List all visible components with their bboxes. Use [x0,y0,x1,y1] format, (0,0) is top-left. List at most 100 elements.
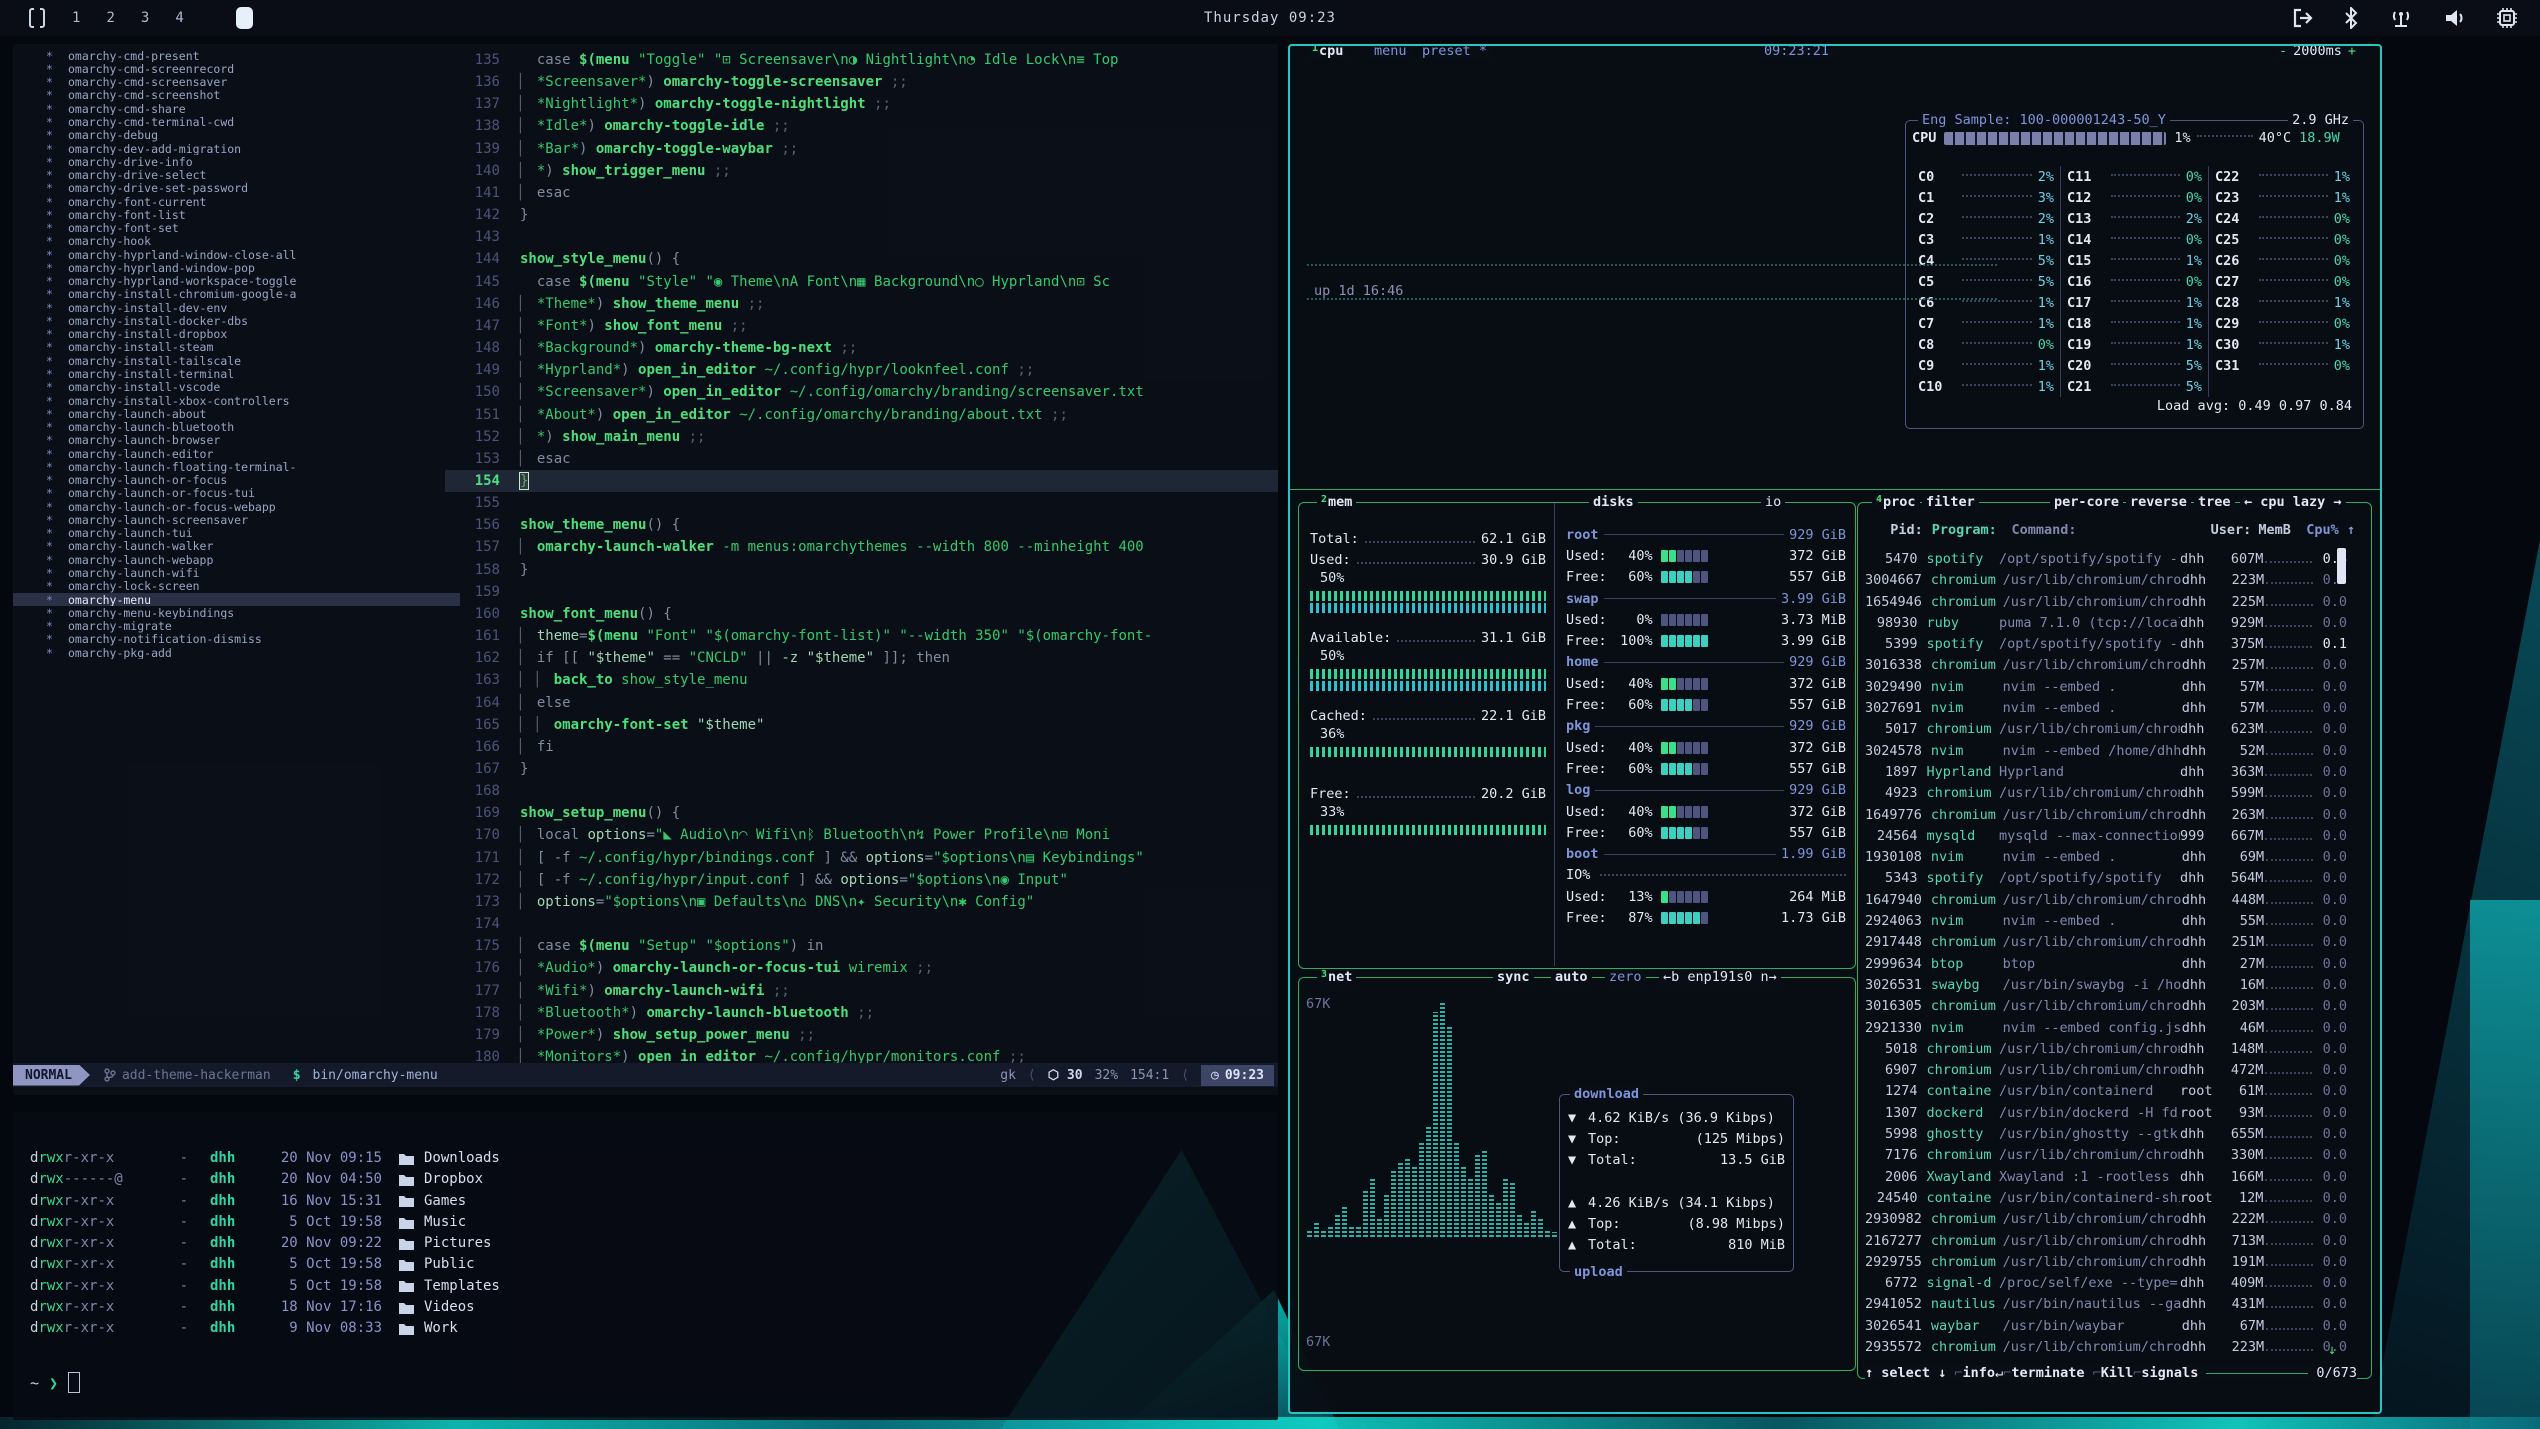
file-list-item[interactable]: *omarchy-cmd-screenshot [13,89,460,102]
terminal-window[interactable]: drwxr-xr-x-dhh20 Nov 09:15Downloadsdrwx-… [13,1112,1278,1420]
process-row[interactable]: 2167277chromium/usr/lib/chromium/chromdh… [1865,1231,2347,1252]
io-tab[interactable]: io [1761,494,1785,510]
proc-tab-tree[interactable]: tree [2194,494,2235,510]
code-pane[interactable]: case $(menu "Toggle" "⊡ Screensaver\n◑ N… [507,49,1278,1068]
process-row[interactable]: 7176chromium/usr/lib/chromium/chromdhh33… [1865,1145,2347,1166]
kill-hint[interactable]: Kill [2101,1365,2134,1381]
process-row[interactable]: 1274containe/usr/bin/containerdroot61M0.… [1865,1081,2347,1102]
git-branch[interactable]: add-theme-hackerman [104,1068,271,1083]
process-row[interactable]: 2999634btopbtopdhh27M0.0 [1865,954,2347,975]
proc-sort-selector[interactable]: ← cpu lazy → [2240,494,2346,510]
info-hint[interactable]: info [1963,1365,1996,1381]
preset-button[interactable]: preset * [1418,44,1491,59]
file-list-item[interactable]: *omarchy-drive-set-password [13,182,460,195]
file-list-item[interactable]: *omarchy-hyprland-workspace-toggle [13,275,460,288]
net-tab-auto[interactable]: auto [1551,969,1592,985]
file-list-item[interactable]: *omarchy-migrate [13,619,460,632]
process-row[interactable]: 1897HyprlandHyprlanddhh363M0.0 [1865,762,2347,783]
update-interval[interactable]: -2000ms+ [2275,44,2360,59]
file-list-item[interactable]: *omarchy-launch-about [13,407,460,420]
process-row[interactable]: 5399spotify/opt/spotify/spotify --dhh375… [1865,634,2347,655]
file-list-item[interactable]: *omarchy-debug [13,129,460,142]
file-list-item[interactable]: *omarchy-launch-or-focus-webapp [13,500,460,513]
file-list-item[interactable]: *omarchy-font-list [13,208,460,221]
file-list-item[interactable]: *omarchy-drive-info [13,155,460,168]
file-list-item[interactable]: *omarchy-install-steam [13,341,460,354]
process-row[interactable]: 1647940chromium/usr/lib/chromium/chromdh… [1865,890,2347,911]
file-list-item[interactable]: *omarchy-launch-screensaver [13,513,460,526]
process-row[interactable]: 1307dockerd/usr/bin/dockerd -H fd:root93… [1865,1103,2347,1124]
file-list-item[interactable]: *omarchy-notification-dismiss [13,633,460,646]
process-row[interactable]: 3029490nvimnvim --embed .dhh57M0.0 [1865,677,2347,698]
file-list-item[interactable]: *omarchy-install-tailscale [13,354,460,367]
file-list-item[interactable]: *omarchy-install-dev-env [13,301,460,314]
file-list-item[interactable]: *omarchy-launch-walker [13,540,460,553]
file-list-item[interactable]: *omarchy-launch-or-focus [13,474,460,487]
process-row[interactable]: 2929755chromium/usr/lib/chromium/chromdh… [1865,1252,2347,1273]
process-row[interactable]: 5998ghostty/usr/bin/ghostty --gtk-dhh655… [1865,1124,2347,1145]
proc-tab-filter[interactable]: filter [1922,494,1979,510]
net-tab-sync[interactable]: sync [1493,969,1534,985]
file-list-item[interactable]: *omarchy-launch-wifi [13,566,460,579]
file-list-item[interactable]: *omarchy-launch-bluetooth [13,420,460,433]
file-list-item[interactable]: *omarchy-launch-browser [13,434,460,447]
process-row[interactable]: 24540containe/usr/bin/containerd-shiroot… [1865,1188,2347,1209]
process-row[interactable]: 3016338chromium/usr/lib/chromium/chromdh… [1865,655,2347,676]
process-row[interactable]: 1930108nvimnvim --embed .dhh69M0.0 [1865,847,2347,868]
process-row[interactable]: 5017chromium/usr/lib/chromium/chromdhh62… [1865,719,2347,740]
process-row[interactable]: 2930982chromium/usr/lib/chromium/chromdh… [1865,1209,2347,1230]
process-row[interactable]: 2921330nvimnvim --embed config.jsodhh46M… [1865,1018,2347,1039]
shell-prompt[interactable]: ~ ❯ [30,1372,80,1393]
process-row[interactable]: 2917448chromium/usr/lib/chromium/chromdh… [1865,932,2347,953]
file-list-item[interactable]: *omarchy-hyprland-window-close-all [13,248,460,261]
process-row[interactable]: 3004667chromium/usr/lib/chromium/chromdh… [1865,570,2347,591]
file-list-item[interactable]: *omarchy-cmd-screenrecord [13,62,460,75]
file-list-item[interactable]: *omarchy-launch-or-focus-tui [13,487,460,500]
file-list-item[interactable]: *omarchy-menu-keybindings [13,606,460,619]
disks-box-title[interactable]: disks [1589,494,1638,510]
file-list-item[interactable]: *omarchy-lock-screen [13,580,460,593]
select-hint[interactable]: ↑ select ↓ [1865,1365,1946,1381]
process-row[interactable]: 5343spotify/opt/spotify/spotifydhh564M0.… [1865,868,2347,889]
terminate-hint[interactable]: terminate [2011,1365,2084,1381]
process-row[interactable]: 4923chromium/usr/lib/chromium/chromdhh59… [1865,783,2347,804]
file-list-item[interactable]: *omarchy-cmd-screensaver [13,76,460,89]
process-row[interactable]: 1649776chromium/usr/lib/chromium/chromdh… [1865,805,2347,826]
proc-tab-per-core[interactable]: per-core [2050,494,2123,510]
proc-tab-reverse[interactable]: reverse [2126,494,2191,510]
process-row[interactable]: 3026531swaybg/usr/bin/swaybg -i /homdhh1… [1865,975,2347,996]
file-list-item[interactable]: *omarchy-drive-select [13,168,460,181]
scroll-down-icon[interactable]: ↓ [2328,1342,2336,1358]
process-row[interactable]: 3024578nvimnvim --embed /home/dhh/dhh52M… [1865,741,2347,762]
process-row[interactable]: 6772signal-d/proc/self/exe --type=rdhh40… [1865,1273,2347,1294]
process-row[interactable]: 2924063nvimnvim --embed .dhh55M0.0 [1865,911,2347,932]
file-list-item[interactable]: *omarchy-install-xbox-controllers [13,394,460,407]
process-row[interactable]: 3016305chromium/usr/lib/chromium/chromdh… [1865,996,2347,1017]
process-row[interactable]: 2935572chromium/usr/lib/chromium/chromdh… [1865,1337,2347,1358]
process-row[interactable]: 2941052nautilus/usr/bin/nautilus --gapdh… [1865,1294,2347,1315]
signals-hint[interactable]: signals [2141,1365,2198,1381]
process-row[interactable]: 98930rubypuma 7.1.0 (tcp://localdhh929M0… [1865,613,2347,634]
process-row[interactable]: 24564mysqldmysqld --max-connection999667… [1865,826,2347,847]
file-list-item[interactable]: *omarchy-hyprland-window-pop [13,261,460,274]
file-list-item[interactable]: *omarchy-font-set [13,221,460,234]
process-table-header[interactable]: Pid: Program: Command: User: MemB Cpu% ↑ [1865,522,2355,538]
file-list-item[interactable]: *omarchy-install-dropbox [13,328,460,341]
file-list-item[interactable]: *omarchy-launch-floating-terminal- [13,460,460,473]
process-row[interactable]: 3027691nvimnvim --embed .dhh57M0.0 [1865,698,2347,719]
process-row[interactable]: 3026541waybar/usr/bin/waybardhh67M0.0 [1865,1316,2347,1337]
process-scrollbar[interactable] [2337,548,2346,584]
file-list-item[interactable]: *omarchy-cmd-share [13,102,460,115]
file-list-item[interactable]: *omarchy-cmd-terminal-cwd [13,115,460,128]
file-list-item[interactable]: *omarchy-menu [13,593,460,606]
process-row[interactable]: 5018chromium/usr/lib/chromium/chromdhh14… [1865,1039,2347,1060]
file-list-item[interactable]: *omarchy-cmd-present [13,49,460,62]
process-row[interactable]: 2006XwaylandXwayland :1 -rootless -dhh16… [1865,1167,2347,1188]
menu-button[interactable]: menu [1370,44,1411,59]
file-list-item[interactable]: *omarchy-pkg-add [13,646,460,659]
file-list-item[interactable]: *omarchy-install-terminal [13,367,460,380]
file-list-item[interactable]: *omarchy-dev-add-migration [13,142,460,155]
net-interface[interactable]: ←b enp191s0 n→ [1659,969,1781,985]
file-list-item[interactable]: *omarchy-font-current [13,195,460,208]
net-tab-zero[interactable]: zero [1605,969,1646,985]
